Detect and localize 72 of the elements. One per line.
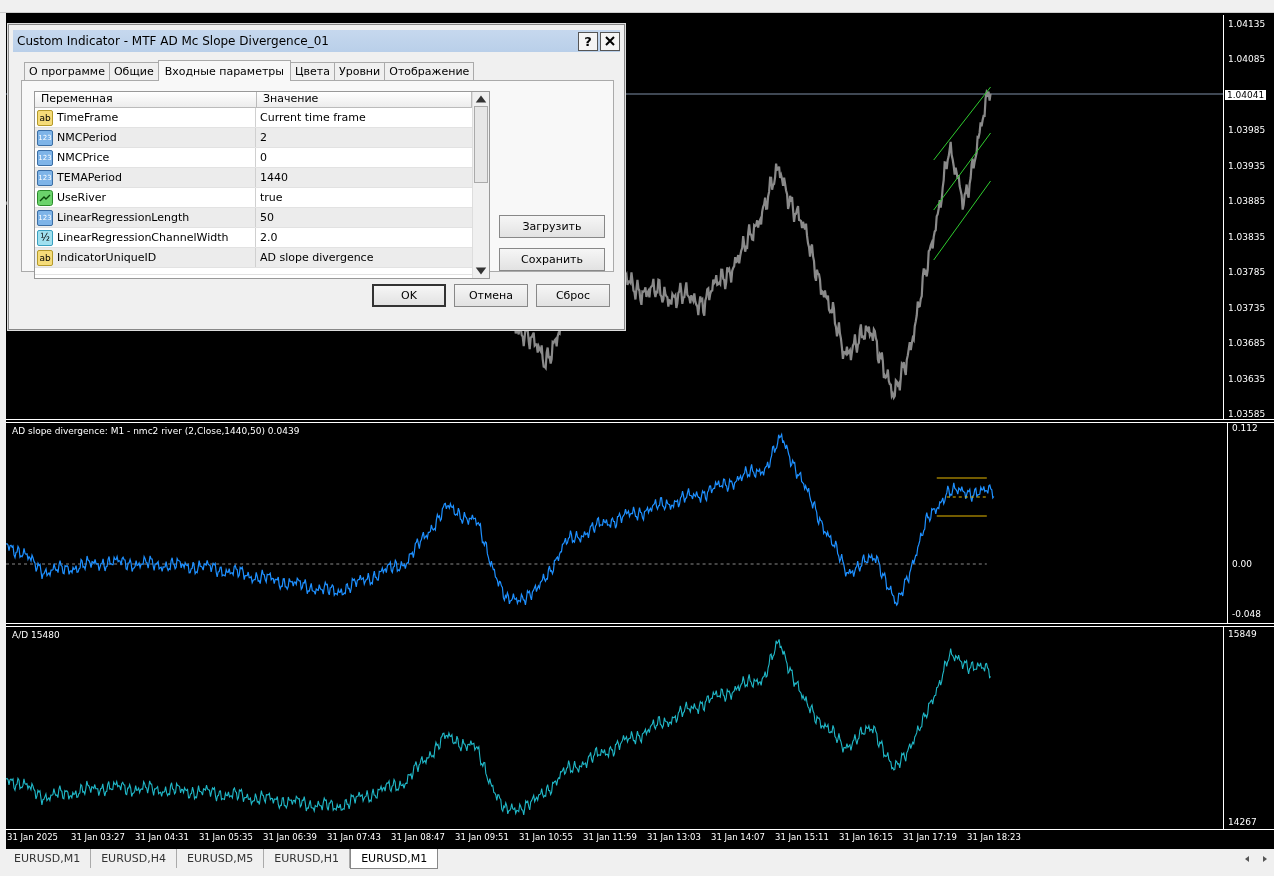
ad-label: A/D 15480 [12,630,60,640]
scroll-right-icon[interactable] [1261,855,1269,863]
dialog-tab[interactable]: Общие [108,62,159,80]
price-label: 1.03585 [1228,409,1267,419]
parameter-name-cell[interactable]: UseRiver [35,188,256,207]
indicator-label: AD slope divergence: M1 - nmc2 river (2,Close,1440,50) 0.0439 [12,426,300,436]
time-label: 31 Jan 07:43 [327,832,382,844]
time-label: 31 Jan 17:19 [903,832,958,844]
price-label: 1.03685 [1228,338,1267,349]
indicator-scale-label: -0.048 [1232,609,1261,619]
time-label: 31 Jan 04:31 [135,832,190,844]
price-label: 1.03835 [1228,231,1267,242]
type-icon: ab [37,249,53,266]
parameter-name-cell[interactable]: ½ LinearRegressionChannelWidth [35,228,256,247]
parameter-value-cell[interactable]: AD slope divergence [256,248,472,267]
parameter-name-cell[interactable]: ab TimeFrame [35,108,256,127]
price-label: 1.03985 [1228,125,1267,136]
close-icon [605,36,615,46]
price-label: 1.03935 [1228,160,1267,171]
price-label: 1.04085 [1228,54,1267,65]
time-label: 31 Jan 08:47 [391,832,446,844]
scroll-left-icon[interactable] [1243,855,1251,863]
ad-scale-label: 14267 [1228,817,1258,827]
chart-tab[interactable]: EURUSD,M1 [350,849,439,869]
dialog-tab[interactable]: Отображение [384,62,475,80]
time-label: 31 Jan 15:11 [775,832,830,844]
time-label: 31 Jan 09:51 [455,832,510,844]
side-button[interactable]: Сохранить [499,248,605,271]
help-button[interactable]: ? [578,31,598,51]
dialog-tab[interactable]: О программе [24,62,110,80]
time-label: 31 Jan 11:59 [583,832,638,844]
vertical-scrollbar[interactable] [472,92,489,278]
price-label: 1.03785 [1228,267,1267,278]
dialog-tab[interactable]: Входные параметры [157,60,291,81]
side-button[interactable]: Загрузить [499,215,605,238]
time-label: 31 Jan 03:27 [71,832,126,844]
boolean-type-icon [37,189,53,206]
dialog-tab[interactable]: Уровни [333,62,386,80]
parameter-value-cell[interactable]: 2.0 [256,228,472,247]
indicator-scale-label: 0.112 [1232,423,1258,433]
type-icon: ½ [37,229,53,246]
indicator-scale-label: 0.00 [1232,559,1253,569]
type-icon: ab [37,109,53,126]
time-label: 31 Jan 2025 [7,832,59,844]
dialog-title: Custom Indicator - MTF AD Mc Slope Divergence_01 [17,34,330,48]
price-label: 1.03735 [1228,302,1267,313]
parameter-value-cell[interactable]: Current time frame [256,108,472,127]
column-header[interactable]: Переменная [35,92,257,107]
time-label: 31 Jan 18:23 [967,832,1022,844]
parameter-value-cell[interactable]: 0 [256,148,472,167]
price-label: 1.04135 [1228,19,1267,29]
parameter-value-cell[interactable]: 50 [256,208,472,227]
parameter-value-cell[interactable]: true [256,188,472,207]
dialog-button[interactable]: OK [372,284,446,307]
parameter-value-cell[interactable]: 2 [256,128,472,147]
ad-scale-label: 15849 [1228,629,1258,639]
close-button[interactable] [600,31,620,51]
dialog-button[interactable]: Отмена [454,284,528,307]
time-label: 31 Jan 14:07 [711,832,766,844]
time-label: 31 Jan 06:39 [263,832,318,844]
level-lines-drawing [936,477,988,517]
time-label: 31 Jan 10:55 [519,832,574,844]
time-label: 31 Jan 16:15 [839,832,894,844]
dialog-tab[interactable]: Цвета [290,62,335,80]
parameter-value-cell[interactable]: 1440 [256,168,472,187]
parameter-name-cell[interactable]: ab IndicatorUniqueID [35,248,256,267]
price-label: 1.03635 [1228,373,1267,384]
current-price-label: 1.04041 [1225,89,1267,100]
price-label: 1.03885 [1228,196,1267,207]
time-label: 31 Jan 13:03 [647,832,702,844]
dialog-button[interactable]: Сброс [536,284,610,307]
time-label: 31 Jan 05:35 [199,832,254,844]
